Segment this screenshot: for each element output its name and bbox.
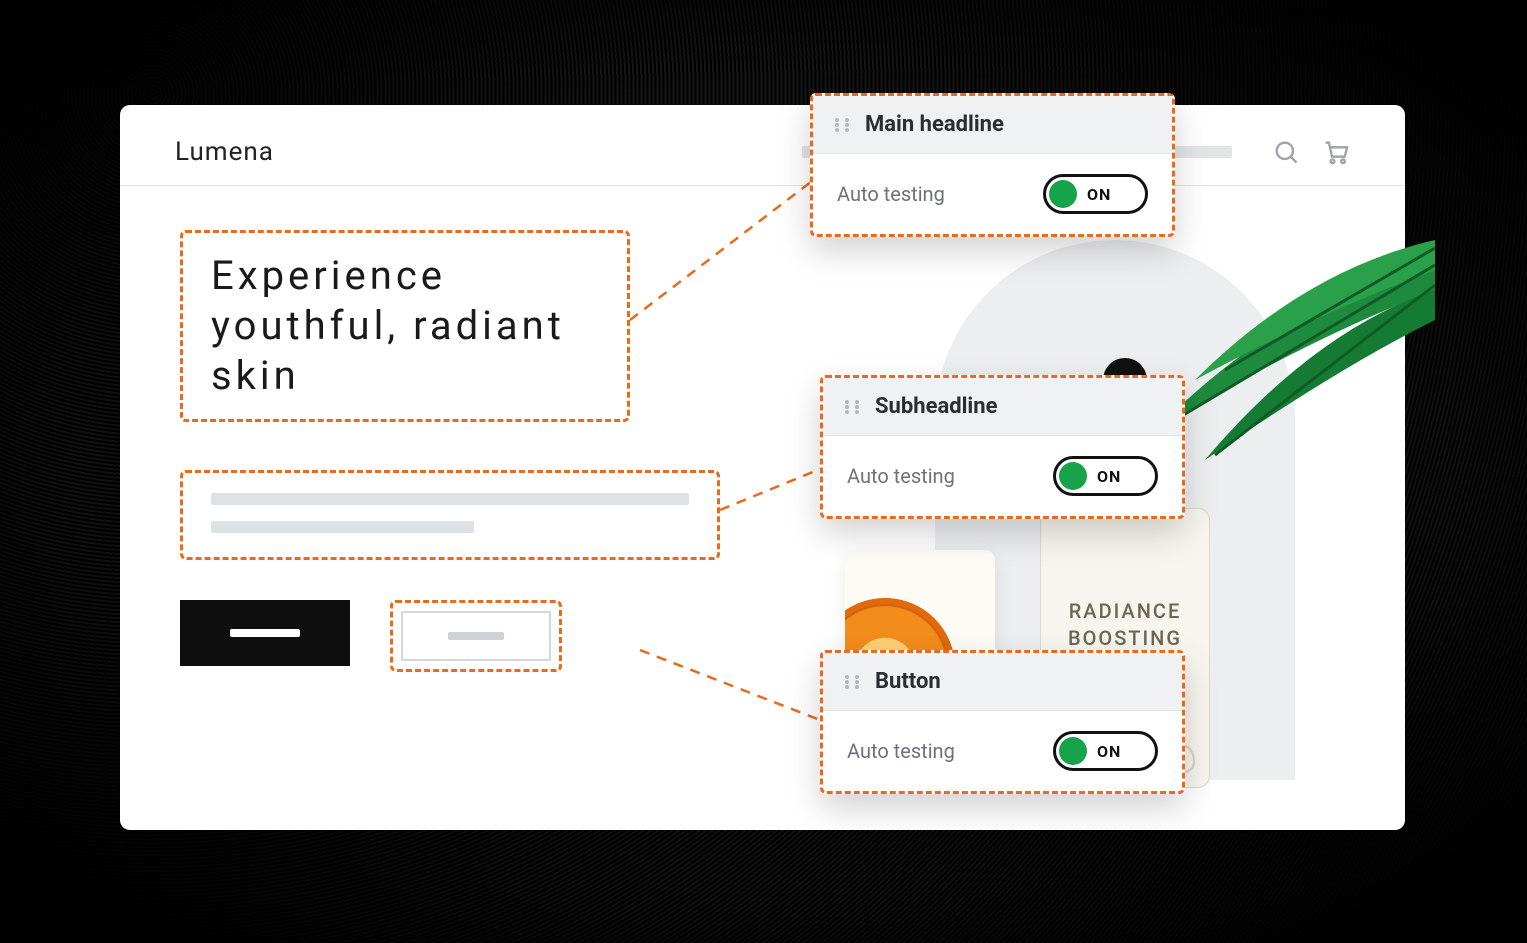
auto-testing-toggle[interactable]: ON <box>1053 456 1158 496</box>
auto-testing-label: Auto testing <box>847 739 955 763</box>
callout-title: Button <box>875 669 941 694</box>
toggle-knob <box>1049 180 1077 208</box>
bottle-label-line: RADIANCE <box>1040 598 1210 625</box>
headline-selection-box[interactable]: Experience youthful, radiant skin <box>180 230 630 422</box>
drag-handle-icon[interactable] <box>843 673 861 691</box>
auto-testing-label: Auto testing <box>837 182 945 206</box>
subheadline-placeholder-line <box>211 493 689 505</box>
toggle-state-text: ON <box>1097 467 1121 486</box>
toggle-state-text: ON <box>1097 742 1121 761</box>
toggle-knob <box>1059 737 1087 765</box>
toggle-knob <box>1059 462 1087 490</box>
cart-icon[interactable] <box>1322 138 1350 166</box>
drag-handle-icon[interactable] <box>833 116 851 134</box>
callout-header[interactable]: Subheadline <box>823 378 1182 436</box>
secondary-cta-button[interactable] <box>401 611 551 661</box>
callout-title: Subheadline <box>875 394 997 419</box>
subheadline-selection-box[interactable] <box>180 470 720 560</box>
nav-link-placeholder[interactable] <box>1170 146 1232 158</box>
website-preview-canvas: Lumena Experience youthful, radiant skin <box>120 105 1405 830</box>
site-header: Lumena <box>120 105 1405 186</box>
auto-testing-toggle[interactable]: ON <box>1043 174 1148 214</box>
callout-header[interactable]: Main headline <box>813 96 1172 154</box>
drag-handle-icon[interactable] <box>843 398 861 416</box>
bottle-label-line: BOOSTING <box>1040 625 1210 652</box>
cta-row <box>180 600 562 672</box>
subheadline-placeholder-line <box>211 521 474 533</box>
callout-header[interactable]: Button <box>823 653 1182 711</box>
auto-testing-toggle[interactable]: ON <box>1053 731 1158 771</box>
button-selection-box[interactable] <box>390 600 562 672</box>
callout-title: Main headline <box>865 112 1004 137</box>
callout-main-headline[interactable]: Main headline Auto testing ON <box>810 93 1175 237</box>
primary-cta-button[interactable] <box>180 600 350 666</box>
callout-subheadline[interactable]: Subheadline Auto testing ON <box>820 375 1185 519</box>
brand-logo: Lumena <box>175 137 274 167</box>
hero-headline: Experience youthful, radiant skin <box>211 251 599 401</box>
callout-button[interactable]: Button Auto testing ON <box>820 650 1185 794</box>
search-icon[interactable] <box>1272 138 1300 166</box>
auto-testing-label: Auto testing <box>847 464 955 488</box>
toggle-state-text: ON <box>1087 185 1111 204</box>
